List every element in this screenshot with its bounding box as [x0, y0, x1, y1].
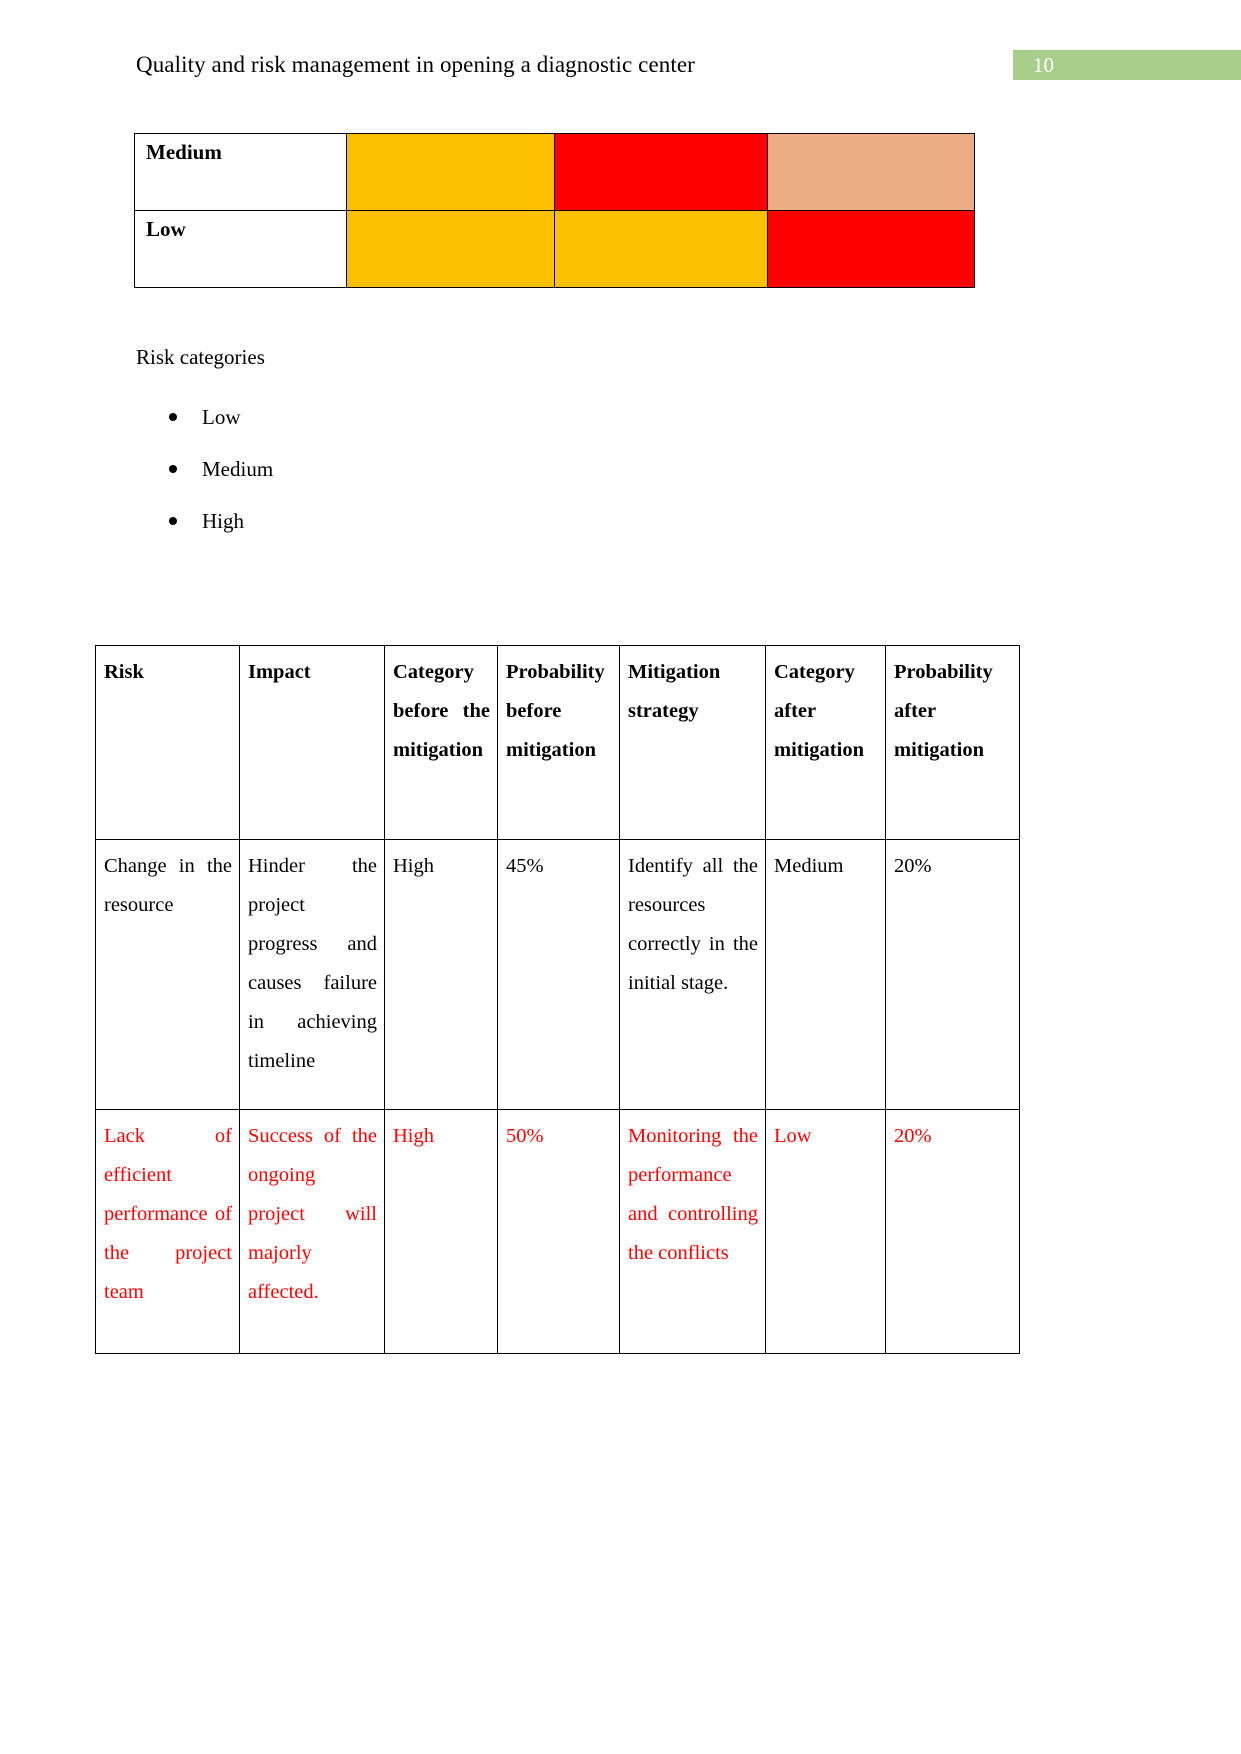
cell-probability-before: 50% — [497, 1109, 620, 1354]
cell-risk: Lack of efficient performance of the pro… — [95, 1109, 240, 1354]
list-item: Low — [136, 404, 636, 456]
matrix-cell-medium-2 — [554, 133, 768, 211]
matrix-cell-medium-3 — [767, 133, 975, 211]
cell-text: 50% — [506, 1125, 544, 1147]
cell-text: Identify all the resources correctly in … — [628, 855, 758, 994]
cell-category-after: Medium — [765, 839, 886, 1110]
matrix-row-label-low: Low — [134, 210, 347, 288]
cell-probability-after: 20% — [885, 839, 1020, 1110]
bullet-icon — [169, 465, 177, 473]
cell-text: Hinder the project progress and causes f… — [248, 855, 377, 1072]
risk-categories-heading: Risk categories — [136, 345, 265, 369]
matrix-row-label-medium: Medium — [134, 133, 347, 211]
cell-impact: Hinder the project progress and causes f… — [239, 839, 385, 1110]
risk-matrix-table: Medium Low — [134, 133, 975, 288]
column-header-mitigation-strategy: Mitigation strategy — [619, 645, 766, 840]
cell-text: High — [393, 855, 434, 877]
cell-text: Success of the ongoing project will majo… — [248, 1125, 377, 1303]
column-header-label: Probability after mitigation — [894, 661, 993, 761]
cell-probability-after: 20% — [885, 1109, 1020, 1354]
list-item: Medium — [136, 456, 636, 508]
cell-risk: Change in the resource — [95, 839, 240, 1110]
list-item-label: Low — [202, 405, 241, 429]
column-header-label: Category before the mitigation — [393, 661, 490, 761]
bullet-icon — [169, 517, 177, 525]
cell-text: 20% — [894, 1125, 932, 1147]
column-header-impact: Impact — [239, 645, 385, 840]
page-title: Quality and risk management in opening a… — [136, 52, 695, 77]
matrix-cell-low-3 — [767, 210, 975, 288]
cell-category-after: Low — [765, 1109, 886, 1354]
list-item-label: Medium — [202, 457, 274, 481]
cell-text: Change in the resource — [104, 855, 232, 916]
cell-text: Monitoring the performance and controlli… — [628, 1125, 758, 1264]
risk-register-table: Risk Impact Category before the mitigati… — [95, 645, 1020, 1354]
cell-mitigation-strategy: Monitoring the performance and controlli… — [619, 1109, 766, 1354]
cell-probability-before: 45% — [497, 839, 620, 1110]
column-header-probability-after: Probability after mitigation — [885, 645, 1020, 840]
column-header-category-before: Category before the mitigation — [384, 645, 498, 840]
cell-category-before: High — [384, 839, 498, 1110]
cell-text: Low — [774, 1125, 812, 1147]
column-header-probability-before: Probability before mitigation — [497, 645, 620, 840]
cell-text: Medium — [774, 855, 844, 877]
list-item-label: High — [202, 509, 244, 533]
cell-text: High — [393, 1125, 434, 1147]
page-number: 10 — [1033, 53, 1054, 77]
table-row: Low — [134, 210, 975, 288]
table-row: Medium — [134, 133, 975, 211]
cell-text: Lack of efficient performance of the pro… — [104, 1125, 232, 1303]
matrix-cell-low-1 — [346, 210, 555, 288]
column-header-category-after: Category after mitigation — [765, 645, 886, 840]
bullet-icon — [169, 413, 177, 421]
table-row: Lack of efficient performance of the pro… — [95, 1109, 1020, 1354]
table-header-row: Risk Impact Category before the mitigati… — [95, 645, 1020, 840]
cell-impact: Success of the ongoing project will majo… — [239, 1109, 385, 1354]
page-number-badge: 10 — [1013, 50, 1241, 80]
column-header-label: Category after mitigation — [774, 661, 864, 761]
cell-text: 20% — [894, 855, 932, 877]
cell-text: 45% — [506, 855, 544, 877]
column-header-label: Probability before mitigation — [506, 661, 605, 761]
table-row: Change in the resource Hinder the projec… — [95, 839, 1020, 1110]
matrix-cell-low-2 — [554, 210, 768, 288]
cell-category-before: High — [384, 1109, 498, 1354]
column-header-label: Impact — [248, 661, 311, 683]
risk-categories-list: Low Medium High — [136, 404, 636, 560]
list-item: High — [136, 508, 636, 560]
column-header-risk: Risk — [95, 645, 240, 840]
column-header-label: Risk — [104, 661, 144, 683]
cell-mitigation-strategy: Identify all the resources correctly in … — [619, 839, 766, 1110]
column-header-label: Mitigation strategy — [628, 661, 721, 722]
matrix-cell-medium-1 — [346, 133, 555, 211]
page-header: Quality and risk management in opening a… — [0, 50, 1241, 84]
